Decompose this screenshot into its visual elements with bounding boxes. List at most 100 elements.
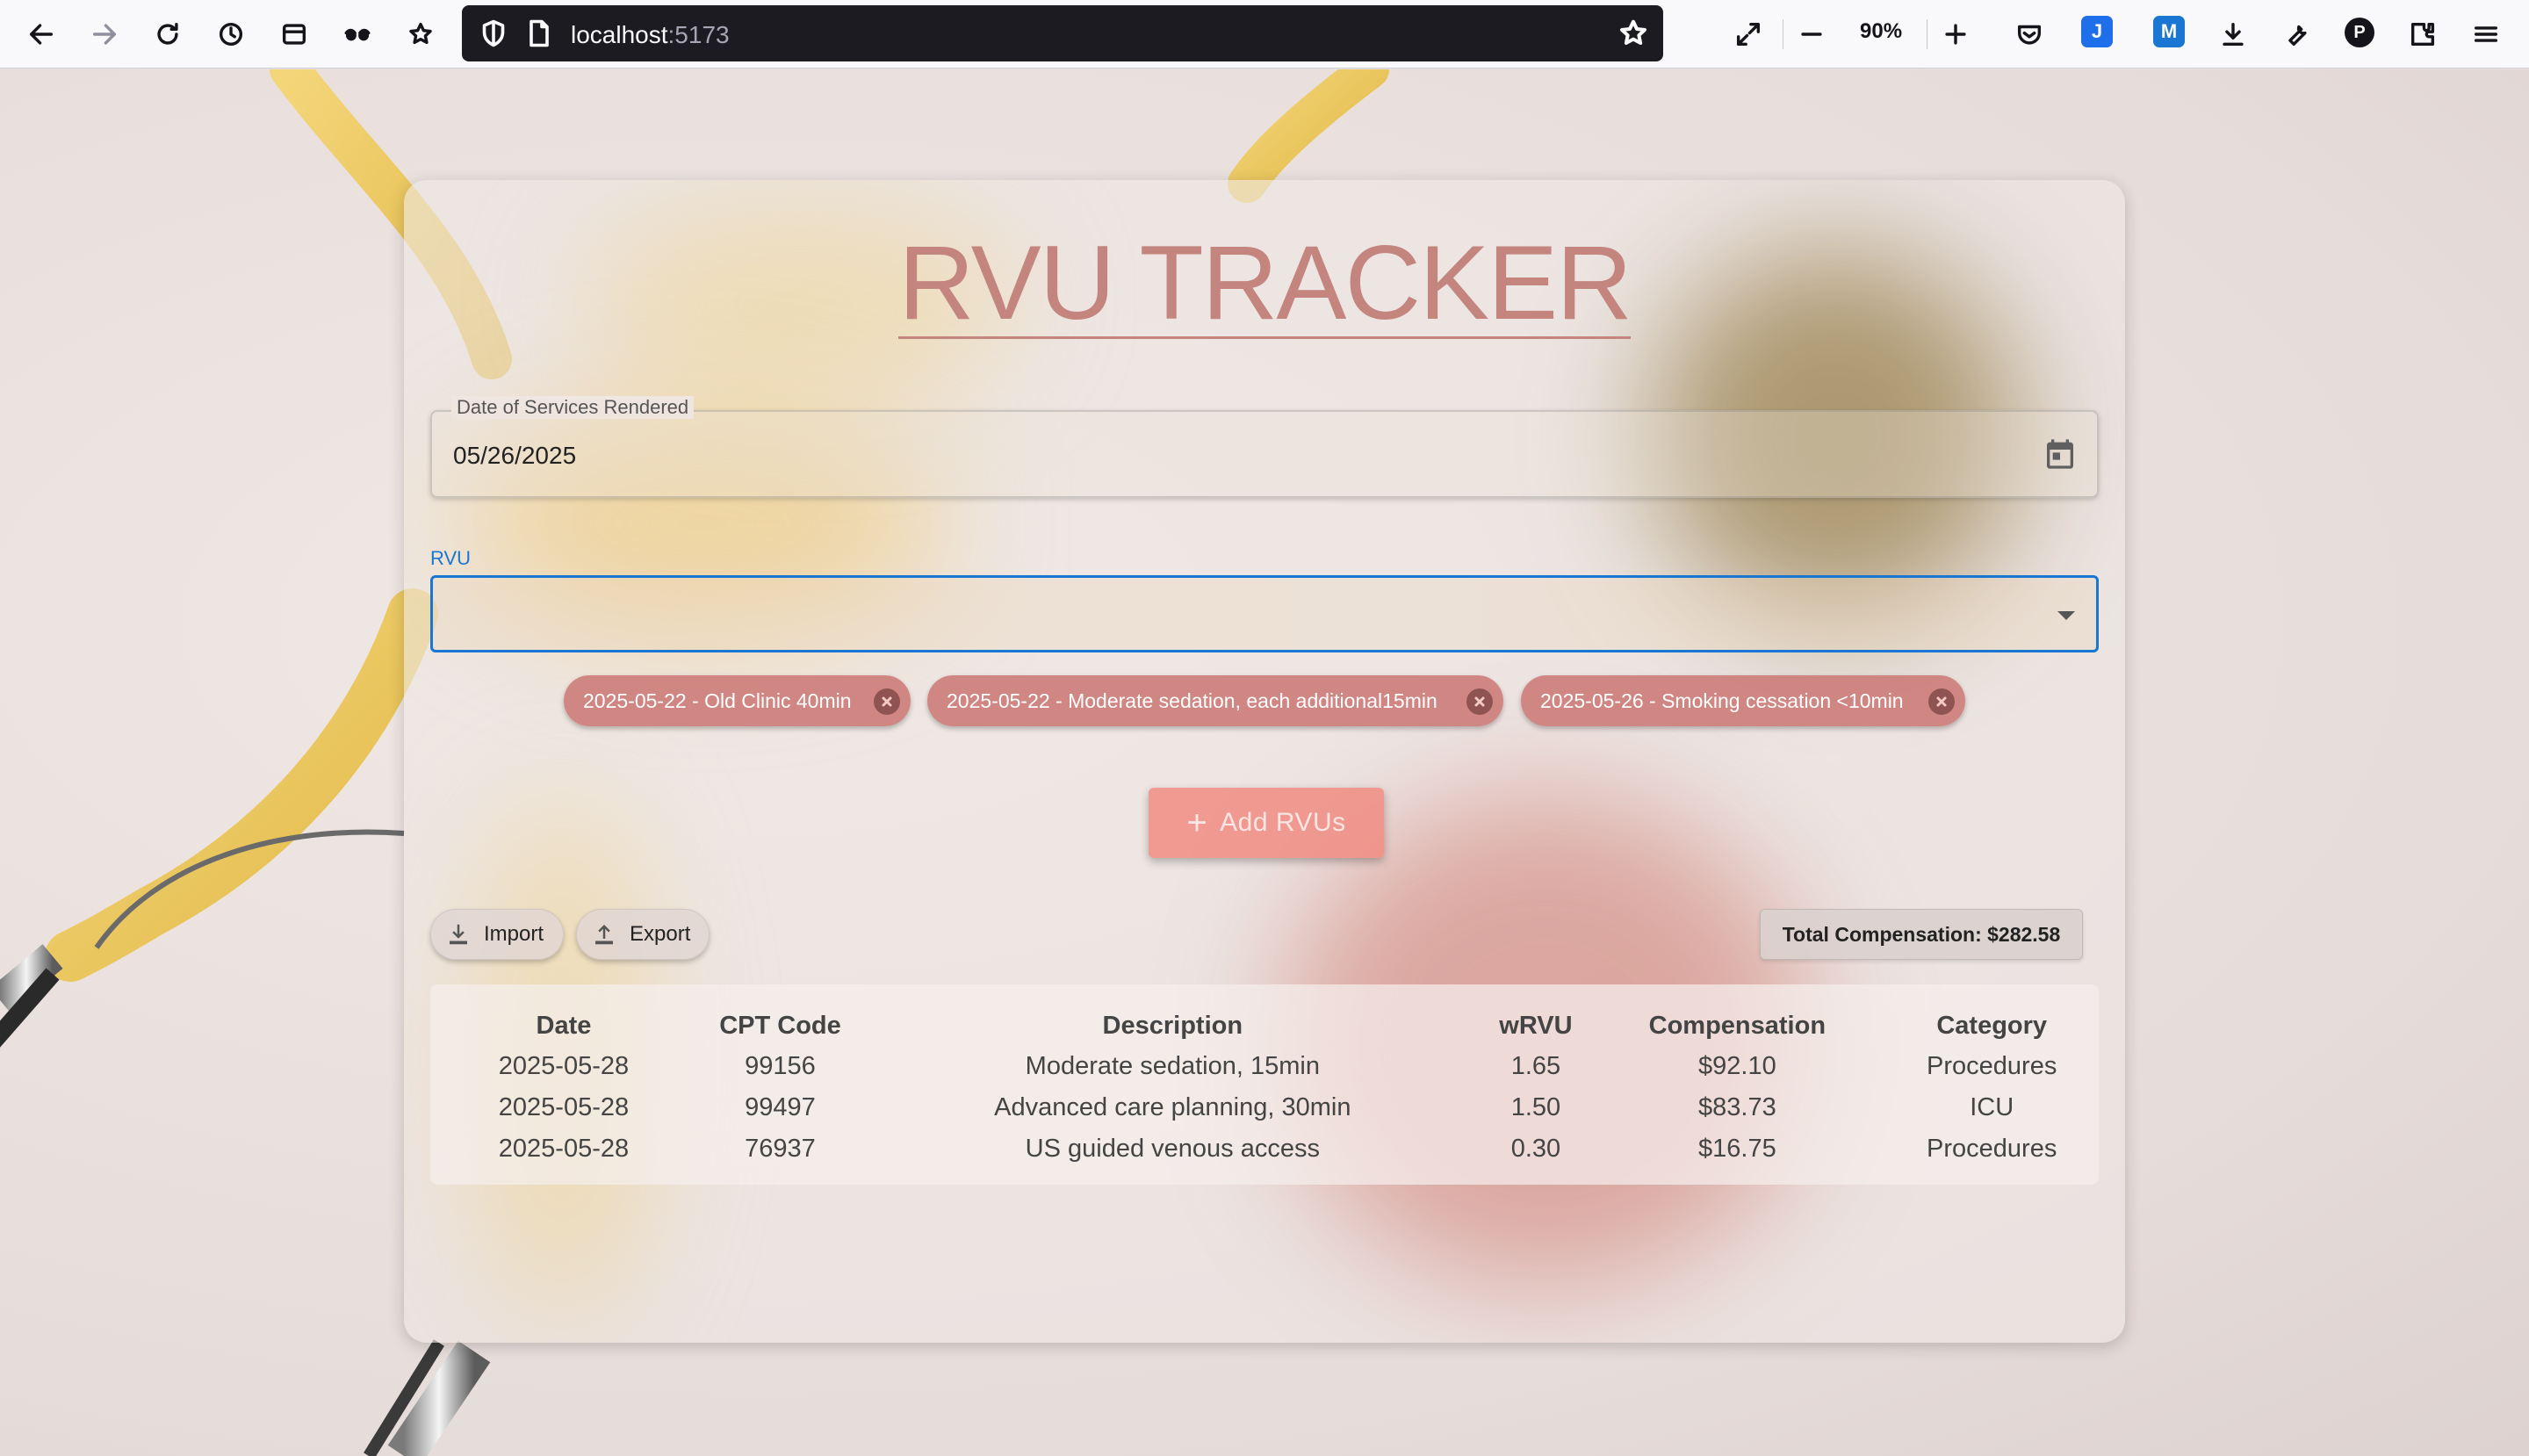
rvu-chip[interactable]: 2025-05-22 - Old Clinic 40min <box>564 675 911 726</box>
history-button[interactable] <box>209 12 253 56</box>
close-circle-icon[interactable] <box>1928 688 1955 715</box>
add-rvus-label: Add RVUs <box>1220 808 1346 837</box>
cell-date: 2025-05-28 <box>498 1135 630 1163</box>
close-circle-icon[interactable] <box>874 688 900 715</box>
url-text[interactable]: localhost:5173 <box>571 21 730 49</box>
pocket-button[interactable] <box>2007 12 2051 56</box>
total-compensation-badge: Total Compensation: $282.58 <box>1760 909 2083 960</box>
zoom-in-icon <box>1945 24 1966 45</box>
extensions-icon <box>2410 22 2435 47</box>
cell-date: 2025-05-28 <box>498 1052 630 1080</box>
zoom-level[interactable]: 90% <box>1860 19 1902 44</box>
cell-compensation: $92.10 <box>1698 1052 1776 1080</box>
rvu-select[interactable] <box>430 575 2099 652</box>
date-of-service-field[interactable]: Date of Services Rendered 05/26/2025 <box>430 396 2099 498</box>
zoom-out-button[interactable] <box>1790 12 1834 56</box>
url-host: localhost <box>571 21 668 48</box>
tracker-card: RVU TRACKER Date of Services Rendered 05… <box>404 180 2125 1343</box>
cell-description: Advanced care planning, 30min <box>994 1093 1351 1121</box>
date-field-label: Date of Services Rendered <box>451 396 695 419</box>
dropdown-caret-icon[interactable] <box>2057 611 2075 620</box>
url-bar[interactable]: localhost:5173 <box>462 5 1663 61</box>
downloads-button[interactable] <box>2211 12 2255 56</box>
menu-button[interactable] <box>2464 12 2508 56</box>
url-port: :5173 <box>667 21 730 48</box>
table-row[interactable]: 2025-05-28 99497 Advanced care planning,… <box>430 1087 2099 1128</box>
cell-wrvu: 1.65 <box>1510 1052 1561 1080</box>
table-row[interactable]: 2025-05-28 76937 US guided venous access… <box>430 1128 2099 1170</box>
bookmark-star-icon <box>409 22 432 45</box>
close-circle-icon[interactable] <box>1466 688 1493 715</box>
export-label: Export <box>630 922 691 946</box>
cell-description: US guided venous access <box>1025 1135 1320 1163</box>
cell-wrvu: 0.30 <box>1510 1135 1561 1163</box>
history-icon <box>219 22 243 47</box>
page-viewport: RVU TRACKER Date of Services Rendered 05… <box>0 69 2529 1456</box>
pocket-icon <box>2017 25 2042 45</box>
bookmarks-button[interactable] <box>399 12 443 56</box>
cell-cpt-code: 99497 <box>745 1093 816 1121</box>
back-button[interactable] <box>19 12 63 56</box>
back-icon <box>29 24 54 45</box>
table-row[interactable]: 2025-05-28 99156 Moderate sedation, 15mi… <box>430 1046 2099 1087</box>
export-button[interactable]: Export <box>576 909 710 960</box>
export-icon <box>595 925 613 945</box>
private-browsing-button[interactable] <box>335 12 379 56</box>
rvu-table: Date CPT Code Description wRVU Compensat… <box>430 1006 2099 1170</box>
cell-compensation: $83.73 <box>1698 1093 1776 1121</box>
zoom-out-icon <box>1801 32 1822 36</box>
extensions-button[interactable] <box>2401 12 2445 56</box>
cell-category: ICU <box>1970 1093 2014 1121</box>
profile-icon[interactable]: P <box>2345 18 2374 47</box>
forward-icon <box>92 24 117 45</box>
extension-shield-icon[interactable]: M <box>2153 16 2185 47</box>
import-label: Import <box>484 922 544 946</box>
fullscreen-button[interactable] <box>1726 12 1770 56</box>
column-header-wrvu[interactable]: wRVU <box>1482 1006 1590 1046</box>
chip-label: 2025-05-22 - Old Clinic 40min <box>583 688 852 712</box>
plus-icon: + <box>1186 804 1208 842</box>
date-field-value[interactable]: 05/26/2025 <box>453 442 576 470</box>
cell-description: Moderate sedation, 15min <box>1025 1052 1320 1080</box>
forward-button[interactable] <box>83 12 126 56</box>
reload-icon <box>157 22 178 45</box>
chip-label: 2025-05-22 - Moderate sedation, each add… <box>947 688 1437 712</box>
cell-category: Procedures <box>1927 1135 2057 1163</box>
column-header-cpt-code[interactable]: CPT Code <box>697 1006 863 1046</box>
cell-date: 2025-05-28 <box>498 1093 630 1121</box>
private-mask-icon <box>344 28 371 41</box>
rvu-table-container: Date CPT Code Description wRVU Compensat… <box>430 984 2099 1185</box>
column-header-date[interactable]: Date <box>430 1006 697 1046</box>
import-icon <box>450 924 467 945</box>
wrench-icon <box>2288 25 2307 47</box>
rvu-chip[interactable]: 2025-05-22 - Moderate sedation, each add… <box>927 675 1503 726</box>
menu-icon <box>2474 26 2498 42</box>
calendar-icon[interactable] <box>2043 436 2078 472</box>
import-button[interactable]: Import <box>430 909 564 960</box>
rvu-field-label: RVU <box>430 547 472 569</box>
zoom-in-button[interactable] <box>1934 12 1978 56</box>
shield-icon[interactable] <box>478 18 509 49</box>
chip-label: 2025-05-26 - Smoking cessation <10min <box>1540 688 1904 712</box>
cell-cpt-code: 99156 <box>745 1052 816 1080</box>
fullscreen-icon <box>1736 22 1761 47</box>
sidebar-icon <box>282 24 306 45</box>
cell-wrvu: 1.50 <box>1510 1093 1561 1121</box>
cell-cpt-code: 76937 <box>745 1135 816 1163</box>
rvu-chip[interactable]: 2025-05-26 - Smoking cessation <10min <box>1521 675 1965 726</box>
sidebar-button[interactable] <box>272 12 316 56</box>
star-icon[interactable] <box>1616 16 1651 51</box>
table-header-row: Date CPT Code Description wRVU Compensat… <box>430 1006 2099 1046</box>
reload-button[interactable] <box>146 12 190 56</box>
tools-button[interactable] <box>2274 12 2318 56</box>
title-text: RVU TRACKER <box>898 224 1632 342</box>
browser-toolbar: localhost:5173 90% J M P <box>0 0 2529 68</box>
column-header-compensation[interactable]: Compensation <box>1589 1006 1884 1046</box>
add-rvus-button[interactable]: + Add RVUs <box>1149 788 1384 858</box>
column-header-description[interactable]: Description <box>863 1006 1481 1046</box>
column-header-category[interactable]: Category <box>1884 1006 2099 1046</box>
cell-category: Procedures <box>1927 1052 2057 1080</box>
extension-j-icon[interactable]: J <box>2081 16 2113 47</box>
download-icon <box>2223 22 2244 47</box>
page-icon <box>523 18 555 49</box>
